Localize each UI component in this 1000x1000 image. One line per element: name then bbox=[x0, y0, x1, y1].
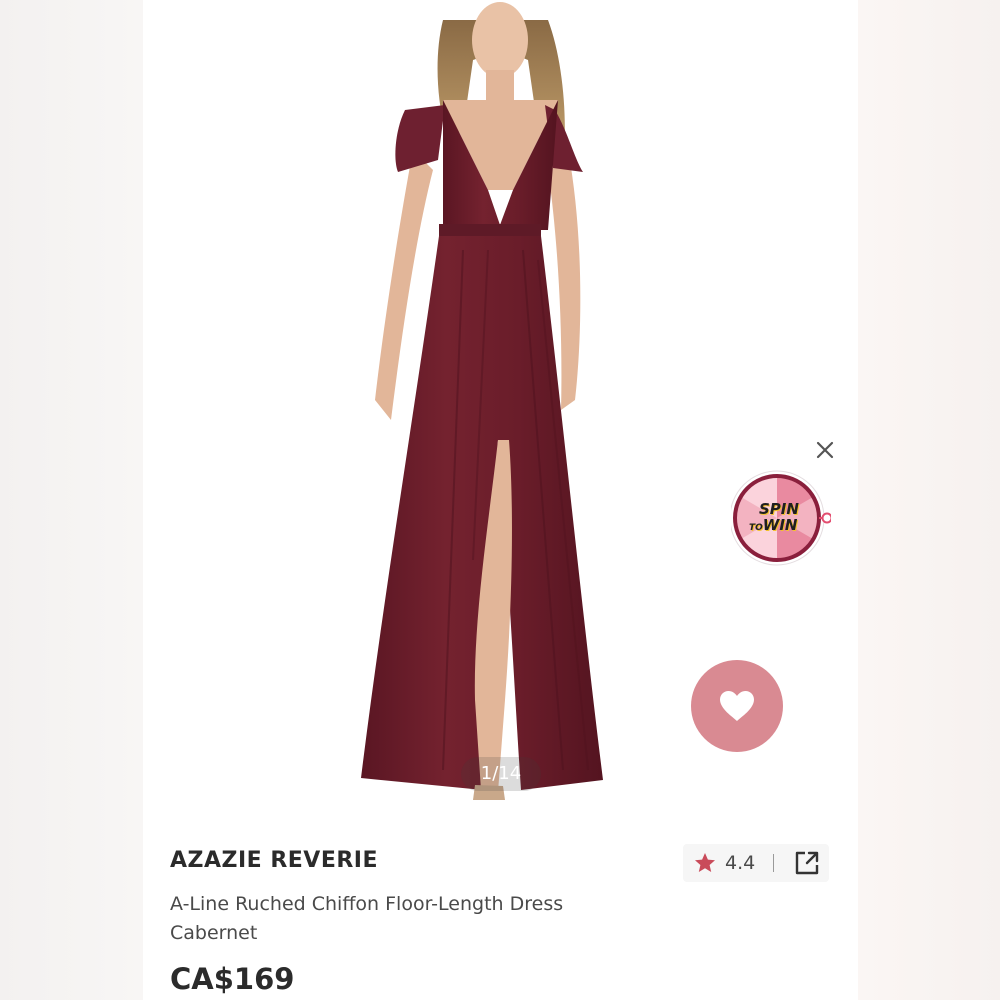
product-color: Cabernet bbox=[170, 922, 258, 944]
favorite-button[interactable] bbox=[691, 660, 783, 752]
spin-to-win-badge[interactable]: SPIN TOWIN bbox=[729, 470, 833, 570]
brand-name: AZAZIE REVERIE bbox=[170, 848, 379, 873]
heart-icon bbox=[720, 691, 754, 721]
product-name: A-Line Ruched Chiffon Floor-Length Dress bbox=[170, 893, 564, 915]
rating-value: 4.4 bbox=[725, 852, 756, 874]
right-background bbox=[858, 0, 1000, 1000]
product-page: 1/14 SPIN TOWIN AZAZIE REVERIE A-Line Ru… bbox=[143, 0, 858, 1000]
win-label: WIN bbox=[762, 516, 798, 534]
product-price: CA$169 bbox=[170, 962, 295, 996]
spin-to-win-text: SPIN TOWIN bbox=[731, 470, 823, 566]
star-icon bbox=[695, 853, 715, 872]
to-label: TO bbox=[749, 523, 763, 533]
left-background bbox=[0, 0, 143, 1000]
image-counter: 1/14 bbox=[461, 757, 541, 791]
to-win-label: TOWIN bbox=[749, 516, 797, 534]
share-button[interactable] bbox=[793, 849, 821, 877]
external-link-icon bbox=[795, 851, 819, 875]
rating-box: 4.4 bbox=[683, 844, 829, 882]
close-promo-button[interactable] bbox=[811, 436, 839, 464]
rating-divider bbox=[773, 854, 774, 872]
close-icon bbox=[816, 441, 834, 459]
product-title: A-Line Ruched Chiffon Floor-Length Dress… bbox=[170, 890, 630, 948]
